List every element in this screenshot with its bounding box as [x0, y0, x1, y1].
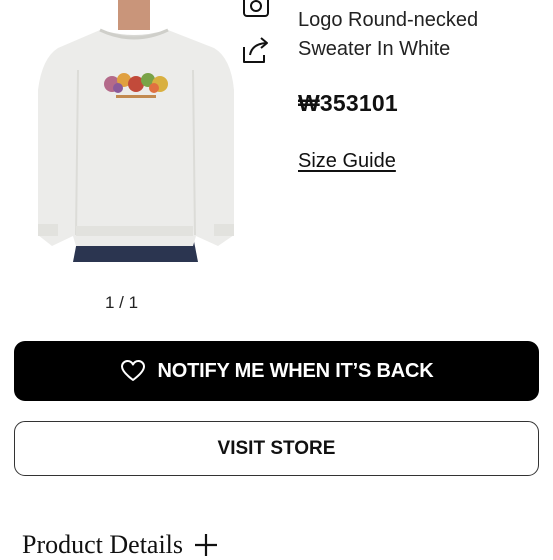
share-icon	[243, 37, 268, 63]
product-price: ₩353101	[298, 90, 398, 116]
plus-icon	[195, 534, 218, 556]
notify-label: NOTIFY ME WHEN IT’S BACK	[157, 359, 434, 382]
sweater-photo	[38, 0, 234, 262]
visit-store-button[interactable]: VISIT STORE	[14, 421, 539, 476]
share-button[interactable]	[238, 32, 274, 68]
product-title-line2: Sweater In White	[298, 38, 451, 60]
camera-button[interactable]	[238, 0, 274, 24]
camera-icon	[243, 0, 269, 17]
heart-icon	[120, 360, 145, 381]
side-actions	[238, 0, 278, 80]
size-guide-link[interactable]: Size Guide	[298, 150, 396, 173]
product-details-toggle[interactable]: Product Details	[22, 530, 219, 560]
visit-store-label: VISIT STORE	[217, 437, 336, 459]
product-image[interactable]	[28, 0, 243, 262]
notify-button[interactable]: NOTIFY ME WHEN IT’S BACK	[14, 341, 539, 401]
product-title-line1: Logo Round-necked	[298, 9, 479, 31]
product-title: Logo Round-necked Sweater In White	[298, 6, 538, 64]
product-details-label: Product Details	[22, 530, 184, 559]
image-pager: 1 / 1	[105, 293, 139, 312]
